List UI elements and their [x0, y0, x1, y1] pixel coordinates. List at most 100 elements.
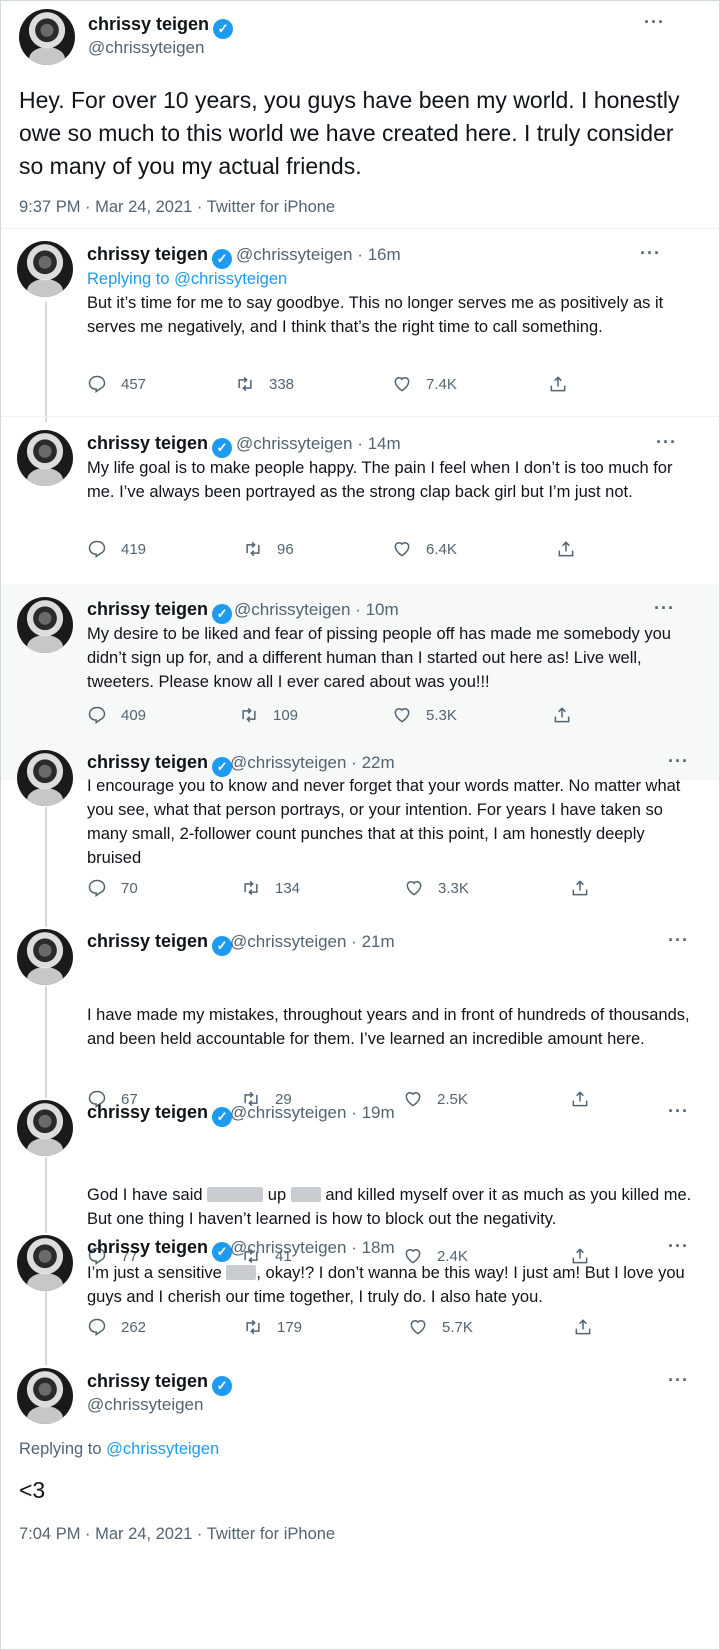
- more-options-icon[interactable]: ···: [640, 243, 661, 264]
- like-button[interactable]: 3.3K: [404, 878, 469, 898]
- avatar[interactable]: [17, 430, 73, 486]
- like-icon: [394, 542, 410, 557]
- tweet-time: · 22m: [351, 753, 395, 772]
- share-icon: [575, 1319, 591, 1335]
- tweet-handle-time[interactable]: @chrissyteigen · 19m: [230, 1103, 395, 1123]
- tweet-handle-time[interactable]: @chrissyteigen · 14m: [236, 434, 401, 454]
- more-options-icon[interactable]: ···: [668, 930, 689, 951]
- retweet-count: 96: [277, 541, 294, 558]
- retweet-count: 134: [275, 880, 301, 897]
- retweet-button[interactable]: 96: [243, 539, 294, 559]
- reply-button[interactable]: 419: [87, 539, 146, 559]
- reply-icon: [88, 706, 106, 724]
- reply-count: 70: [121, 880, 138, 897]
- more-options-icon[interactable]: ···: [644, 12, 665, 33]
- redacted-word: [226, 1265, 257, 1280]
- author-handle[interactable]: @chrissyteigen: [87, 1395, 203, 1415]
- reply-count: 262: [121, 1319, 147, 1336]
- tweet-handle-time[interactable]: @chrissyteigen · 21m: [230, 932, 395, 952]
- more-options-icon[interactable]: ···: [668, 1101, 689, 1122]
- author-name[interactable]: chrissy teigen ✓: [87, 1102, 233, 1127]
- avatar[interactable]: [17, 750, 73, 806]
- share-button[interactable]: [570, 1089, 604, 1109]
- more-options-icon[interactable]: ···: [656, 432, 677, 453]
- final-tweet-timestamp[interactable]: 7:04 PM · Mar 24, 2021 · Twitter for iPh…: [19, 1525, 335, 1544]
- retweet-count: 109: [273, 707, 299, 724]
- verified-badge-icon: ✓: [213, 19, 234, 39]
- more-options-icon[interactable]: ···: [668, 1370, 689, 1391]
- author-name[interactable]: chrissy teigen ✓: [87, 433, 233, 458]
- tweet-time: · 19m: [351, 1103, 395, 1122]
- author-handle: @chrissyteigen: [230, 932, 347, 951]
- like-button[interactable]: 5.3K: [392, 705, 457, 725]
- author-name[interactable]: chrissy teigen ✓: [87, 599, 233, 624]
- retweet-count: 179: [277, 1319, 303, 1336]
- tweet-time: · 14m: [357, 434, 401, 453]
- retweet-button[interactable]: 179: [243, 1317, 302, 1337]
- avatar[interactable]: [17, 1235, 73, 1291]
- share-button[interactable]: [570, 878, 604, 898]
- tweet-text-part: up: [267, 1186, 287, 1204]
- author-name-text: chrissy teigen: [87, 1371, 209, 1391]
- thread-line: [45, 302, 47, 422]
- author-handle: @chrissyteigen: [236, 245, 353, 264]
- retweet-icon: [246, 1319, 260, 1335]
- retweet-button[interactable]: 134: [241, 878, 300, 898]
- share-button[interactable]: [548, 374, 582, 394]
- share-button[interactable]: [556, 539, 590, 559]
- like-button[interactable]: 6.4K: [392, 539, 457, 559]
- thread-line: [45, 986, 47, 1098]
- main-tweet-timestamp[interactable]: 9:37 PM · Mar 24, 2021 · Twitter for iPh…: [19, 198, 335, 217]
- like-count: 2.5K: [437, 1091, 468, 1108]
- more-options-icon[interactable]: ···: [668, 751, 689, 772]
- tweet-time: · 10m: [355, 600, 399, 619]
- reply-button[interactable]: 457: [87, 374, 146, 394]
- reply-count: 457: [121, 376, 147, 393]
- author-name[interactable]: chrissy teigen ✓: [87, 244, 233, 269]
- author-name[interactable]: chrissy teigen ✓: [88, 14, 234, 39]
- author-name-text: chrissy teigen: [87, 599, 209, 619]
- reply-button[interactable]: 409: [87, 705, 146, 725]
- verified-badge-icon: ✓: [212, 1376, 233, 1396]
- author-name[interactable]: chrissy teigen ✓: [87, 931, 233, 956]
- replying-to-handle[interactable]: @chrissyteigen: [106, 1440, 219, 1458]
- tweet-handle-time[interactable]: @chrissyteigen · 22m: [230, 753, 395, 773]
- like-button[interactable]: 7.4K: [392, 374, 457, 394]
- more-options-icon[interactable]: ···: [654, 598, 675, 619]
- like-button[interactable]: 2.5K: [403, 1089, 468, 1109]
- retweet-button[interactable]: 109: [239, 705, 298, 725]
- retweet-button[interactable]: 338: [235, 374, 294, 394]
- share-icon: [558, 541, 574, 557]
- share-icon: [550, 376, 566, 392]
- share-button[interactable]: [552, 705, 586, 725]
- replying-to-handle[interactable]: @chrissyteigen: [174, 270, 287, 288]
- retweet-icon: [242, 707, 256, 723]
- replying-to-prefix: Replying to: [19, 1440, 102, 1458]
- tweet-handle-time[interactable]: @chrissyteigen · 10m: [234, 600, 399, 620]
- replying-to: Replying to @chrissyteigen: [19, 1440, 219, 1459]
- tweet-text-part: God I have said: [87, 1186, 203, 1204]
- avatar[interactable]: [17, 597, 73, 653]
- tweet-text: I encourage you to know and never forget…: [87, 777, 681, 867]
- author-name[interactable]: chrissy teigen ✓: [87, 1237, 233, 1262]
- avatar[interactable]: [17, 241, 73, 297]
- share-button[interactable]: [573, 1317, 607, 1337]
- main-tweet-text: Hey. For over 10 years, you guys have be…: [19, 87, 680, 179]
- author-name[interactable]: chrissy teigen ✓: [87, 1371, 233, 1396]
- tweet-text: I’m just a sensitive , okay!? I don’t wa…: [87, 1261, 697, 1309]
- tweet-handle-time[interactable]: @chrissyteigen · 18m: [230, 1238, 395, 1258]
- avatar[interactable]: [17, 1368, 73, 1424]
- like-button[interactable]: 5.7K: [408, 1317, 473, 1337]
- reply-icon: [88, 879, 106, 897]
- author-handle[interactable]: @chrissyteigen: [88, 38, 204, 58]
- tweet-handle-time[interactable]: @chrissyteigen · 16m: [236, 245, 401, 265]
- avatar[interactable]: [19, 9, 75, 65]
- divider: [1, 228, 719, 229]
- reply-button[interactable]: 262: [87, 1317, 146, 1337]
- avatar[interactable]: [17, 929, 73, 985]
- author-name-text: chrissy teigen: [87, 752, 209, 772]
- tweet-text: My desire to be liked and fear of pissin…: [87, 625, 671, 691]
- more-options-icon[interactable]: ···: [668, 1236, 689, 1257]
- avatar[interactable]: [17, 1100, 73, 1156]
- reply-button[interactable]: 70: [87, 878, 138, 898]
